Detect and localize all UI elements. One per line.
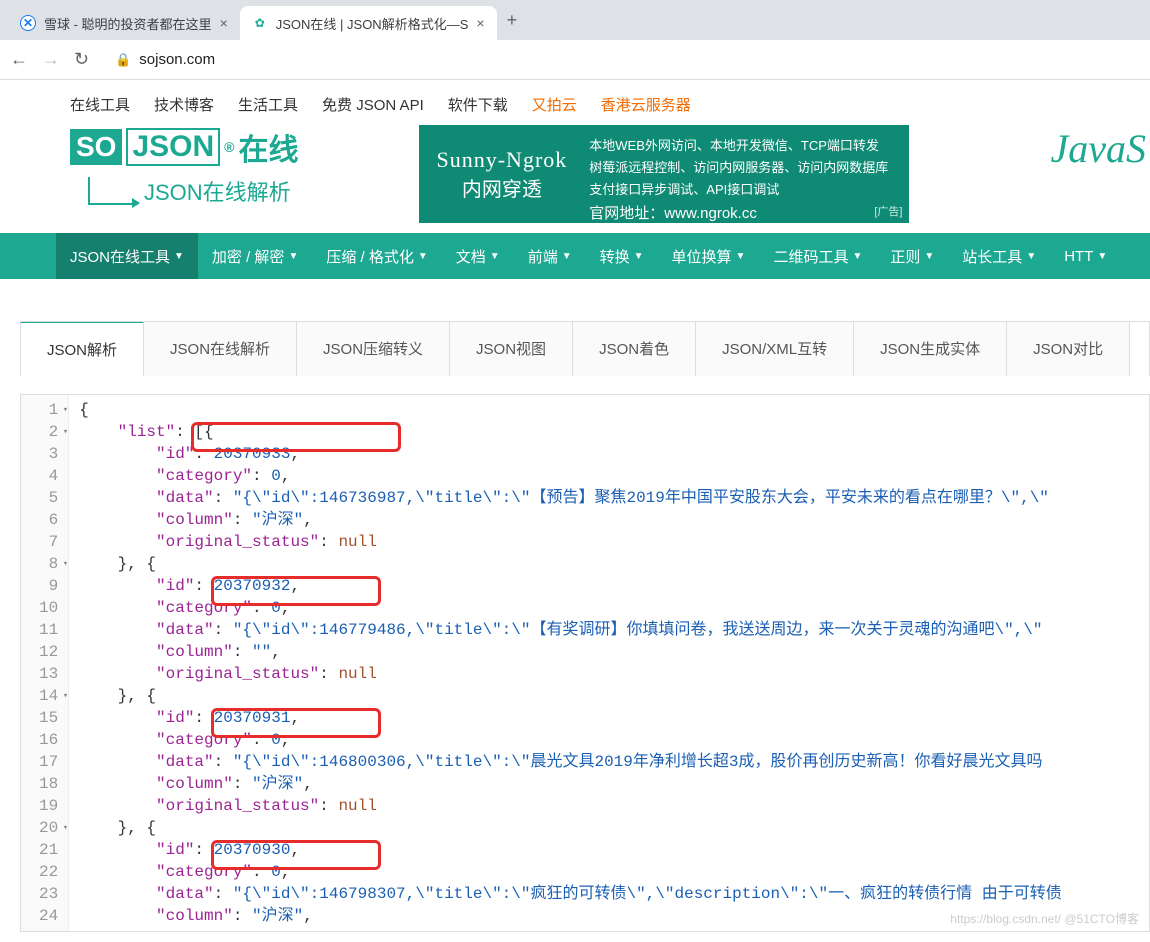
browser-tab-xueqiu[interactable]: ✕ 雪球 - 聪明的投资者都在这里 × <box>8 6 240 40</box>
chevron-down-icon: ▼ <box>418 251 428 262</box>
javas-text: JavaS <box>1051 125 1147 172</box>
chevron-down-icon: ▼ <box>852 251 862 262</box>
sub-tab[interactable]: JSON压缩转义 <box>297 322 450 376</box>
chevron-down-icon: ▼ <box>634 251 644 262</box>
forward-icon[interactable]: → <box>42 49 60 70</box>
banner-title: Sunny-Ngrok <box>437 147 568 173</box>
logo-reg: ® <box>224 139 234 155</box>
main-nav-item[interactable]: HTT▼ <box>1050 233 1121 279</box>
chevron-down-icon: ▼ <box>490 251 500 262</box>
logo-so: SO <box>70 129 122 165</box>
top-nav-link[interactable]: 又拍云 <box>532 94 577 115</box>
address-bar: ← → ↻ 🔒 sojson.com <box>0 40 1150 80</box>
sub-tab[interactable]: JSON在线解析 <box>144 322 297 376</box>
code-area[interactable]: { "list": [{ "id": 20370933, "category":… <box>69 395 1062 931</box>
tab-title: 雪球 - 聪明的投资者都在这里 <box>44 14 212 33</box>
browser-tab-sojson[interactable]: ✿ JSON在线 | JSON解析格式化—S × <box>240 6 497 40</box>
main-nav-item[interactable]: 二维码工具▼ <box>759 233 876 279</box>
sub-tabs: JSON解析JSON在线解析JSON压缩转义JSON视图JSON着色JSON/X… <box>20 321 1150 376</box>
json-editor[interactable]: 123456789101112131415161718192021222324 … <box>20 394 1150 932</box>
watermark: https://blog.csdn.net/ @51CTO博客 <box>950 910 1139 927</box>
sub-tab[interactable]: JSON解析 <box>21 321 144 376</box>
top-nav-link[interactable]: 在线工具 <box>70 94 130 115</box>
chevron-down-icon: ▼ <box>1026 251 1036 262</box>
main-nav-item[interactable]: 加密 / 解密▼ <box>198 233 312 279</box>
main-nav-item[interactable]: 正则▼ <box>876 233 948 279</box>
close-icon[interactable]: × <box>220 15 228 31</box>
main-nav-item[interactable]: 压缩 / 格式化▼ <box>312 233 441 279</box>
main-nav-item[interactable]: 文档▼ <box>442 233 514 279</box>
site-top-nav: 在线工具 技术博客 生活工具 免费 JSON API 软件下载 又拍云 香港云服务器 <box>0 80 1150 125</box>
chevron-down-icon: ▼ <box>288 251 298 262</box>
logo-online: 在线 <box>239 125 299 169</box>
sub-tab[interactable]: JSON视图 <box>450 322 573 376</box>
main-nav: JSON在线工具▼加密 / 解密▼压缩 / 格式化▼文档▼前端▼转换▼单位换算▼… <box>0 233 1150 279</box>
sub-tab[interactable]: JSON生成实体 <box>854 322 1007 376</box>
logo-subtitle: JSON在线解析 <box>144 175 291 207</box>
close-icon[interactable]: × <box>476 15 484 31</box>
arrow-icon <box>88 177 138 205</box>
main-nav-item[interactable]: 转换▼ <box>586 233 658 279</box>
url-field[interactable]: 🔒 sojson.com <box>101 45 1140 75</box>
logo-json: JSON <box>126 128 220 166</box>
reload-icon[interactable]: ↻ <box>74 49 89 70</box>
browser-tab-strip: ✕ 雪球 - 聪明的投资者都在这里 × ✿ JSON在线 | JSON解析格式化… <box>0 0 1150 40</box>
banner-text: 本地WEB外网访问、本地开发微信、TCP端口转发 树莓派远程控制、访问内网服务器… <box>589 135 888 213</box>
main-nav-item[interactable]: 站长工具▼ <box>948 233 1050 279</box>
top-nav-link[interactable]: 软件下载 <box>448 94 508 115</box>
chevron-down-icon: ▼ <box>924 251 934 262</box>
tab-title: JSON在线 | JSON解析格式化—S <box>276 14 469 33</box>
chevron-down-icon: ▼ <box>174 251 184 262</box>
main-nav-item[interactable]: 前端▼ <box>514 233 586 279</box>
sub-tab[interactable]: JSON对比 <box>1007 322 1130 376</box>
ad-label: [广告] <box>874 203 902 219</box>
top-nav-link[interactable]: 免费 JSON API <box>322 94 424 115</box>
site-logo[interactable]: SOJSON® 在线 JSON在线解析 <box>70 125 299 207</box>
new-tab-button[interactable]: + <box>497 10 528 31</box>
xueqiu-favicon: ✕ <box>20 15 36 31</box>
top-nav-link[interactable]: 生活工具 <box>238 94 298 115</box>
chevron-down-icon: ▼ <box>1097 251 1107 262</box>
chevron-down-icon: ▼ <box>562 251 572 262</box>
top-nav-link[interactable]: 技术博客 <box>154 94 214 115</box>
sub-tab[interactable]: JSON/XML互转 <box>696 322 854 376</box>
top-nav-link[interactable]: 香港云服务器 <box>601 94 691 115</box>
gear-icon: ✿ <box>252 15 268 31</box>
url-text: sojson.com <box>139 51 215 68</box>
back-icon[interactable]: ← <box>10 49 28 70</box>
ad-banner[interactable]: Sunny-Ngrok 内网穿透 本地WEB外网访问、本地开发微信、TCP端口转… <box>419 125 909 223</box>
banner-subtitle: 内网穿透 <box>437 173 568 202</box>
line-gutter: 123456789101112131415161718192021222324 <box>21 395 69 931</box>
sub-tab[interactable]: JSON着色 <box>573 322 696 376</box>
header-row: SOJSON® 在线 JSON在线解析 Sunny-Ngrok 内网穿透 本地WE… <box>0 125 1150 233</box>
main-nav-item[interactable]: JSON在线工具▼ <box>56 233 198 279</box>
main-nav-item[interactable]: 单位换算▼ <box>658 233 760 279</box>
lock-icon: 🔒 <box>115 52 131 68</box>
chevron-down-icon: ▼ <box>736 251 746 262</box>
